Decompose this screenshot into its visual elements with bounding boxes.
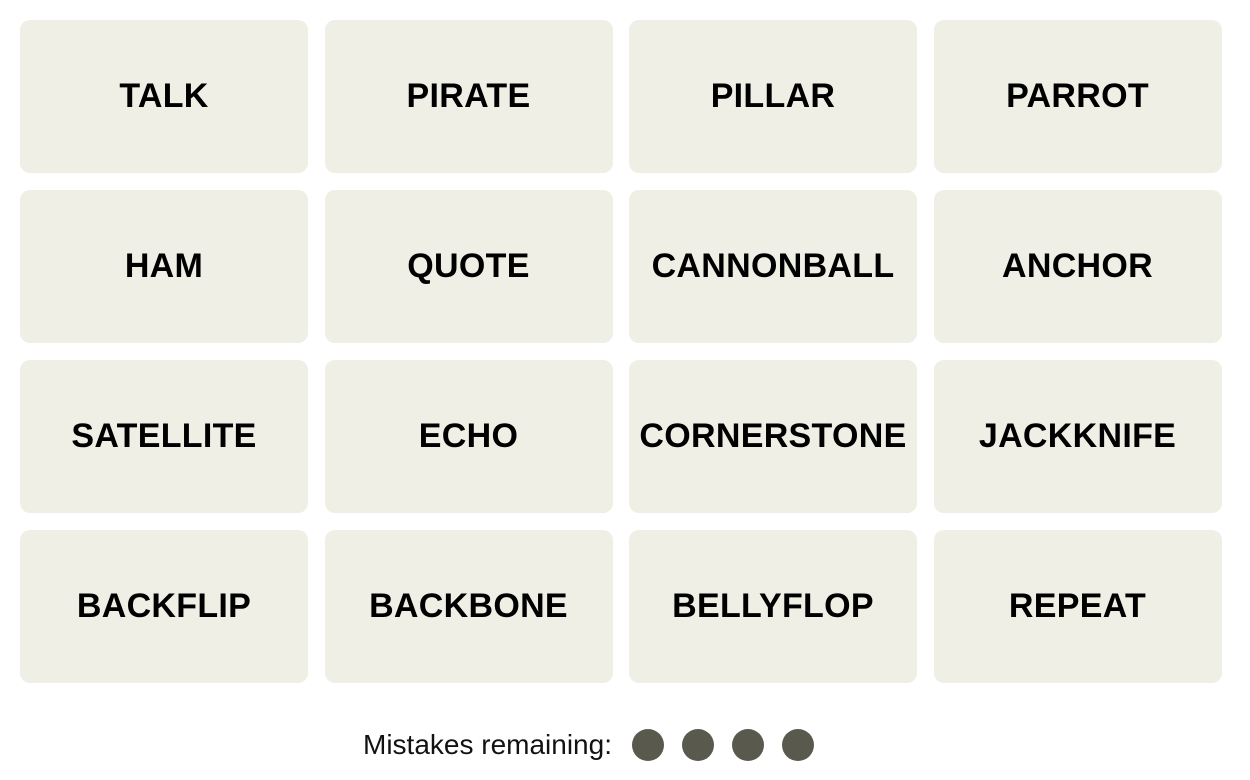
word-tile-label: HAM: [124, 247, 204, 285]
word-tile-label: SATELLITE: [71, 417, 257, 455]
word-tile[interactable]: PARROT: [933, 20, 1222, 173]
word-tile[interactable]: BACKFLIP: [20, 530, 308, 683]
mistake-dot: [631, 729, 664, 761]
word-tile[interactable]: ANCHOR: [933, 190, 1222, 343]
word-tile[interactable]: HAM: [20, 190, 308, 343]
word-tile-label: CANNONBALL: [651, 247, 895, 285]
mistake-dot: [781, 729, 814, 761]
word-tile-label: BACKFLIP: [76, 587, 252, 625]
mistakes-remaining: Mistakes remaining:: [363, 726, 832, 764]
word-tile[interactable]: SATELLITE: [20, 360, 308, 513]
word-tile[interactable]: PIRATE: [324, 20, 613, 173]
word-tile-label: CORNERSTONE: [639, 417, 907, 455]
word-tile-label: PILLAR: [710, 77, 836, 115]
word-tile[interactable]: ECHO: [324, 360, 613, 513]
word-tile[interactable]: BELLYFLOP: [629, 530, 917, 683]
word-tile[interactable]: JACKKNIFE: [933, 360, 1222, 513]
word-tile[interactable]: REPEAT: [933, 530, 1222, 683]
word-tile[interactable]: PILLAR: [629, 20, 917, 173]
word-tile-label: ANCHOR: [1001, 247, 1153, 285]
word-tile-label: PARROT: [1006, 77, 1149, 115]
word-grid: TALK PIRATE PILLAR PARROT HAM QUOTE CANNONBALL…: [20, 20, 1222, 683]
word-tile-label: BACKBONE: [369, 587, 568, 625]
word-tile-label: BELLYFLOP: [672, 587, 874, 625]
word-tile-label: QUOTE: [407, 247, 530, 285]
word-tile[interactable]: CANNONBALL: [629, 190, 917, 343]
word-tile[interactable]: CORNERSTONE: [629, 360, 917, 513]
word-tile-label: REPEAT: [1008, 587, 1147, 625]
word-tile-label: PIRATE: [406, 77, 531, 115]
word-tile[interactable]: BACKBONE: [324, 530, 613, 683]
mistake-dots: [631, 729, 832, 761]
word-tile[interactable]: TALK: [20, 20, 308, 173]
word-tile[interactable]: QUOTE: [324, 190, 613, 343]
mistake-dot: [731, 729, 764, 761]
word-tile-label: ECHO: [418, 417, 519, 455]
mistake-dot: [681, 729, 714, 761]
word-tile-label: TALK: [119, 77, 209, 115]
word-tile-label: JACKKNIFE: [978, 417, 1177, 455]
mistakes-label: Mistakes remaining:: [363, 729, 612, 760]
